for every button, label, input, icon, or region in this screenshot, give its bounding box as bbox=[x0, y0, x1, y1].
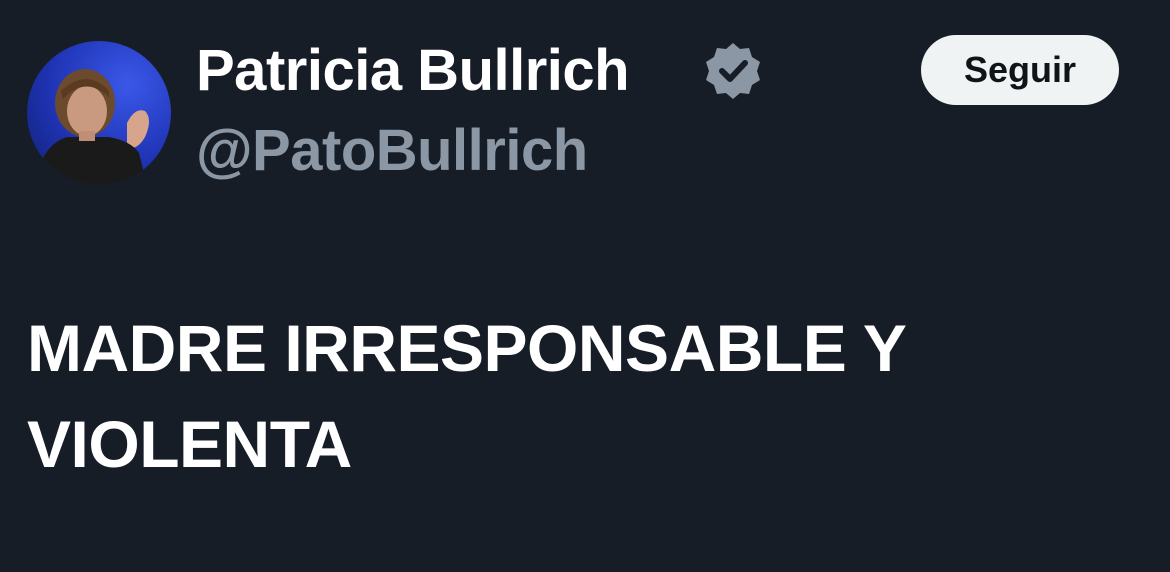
avatar[interactable] bbox=[27, 41, 171, 185]
tweet-text: MADRE IRRESPONSABLE Y VIOLENTA bbox=[27, 300, 1147, 492]
follow-button[interactable]: Seguir bbox=[921, 35, 1119, 105]
verified-badge-icon bbox=[702, 40, 764, 102]
display-name[interactable]: Patricia Bullrich bbox=[196, 38, 630, 104]
profile-photo-icon bbox=[35, 69, 149, 185]
tweet-text-line: MADRE IRRESPONSABLE Y bbox=[27, 311, 907, 385]
user-handle[interactable]: @PatoBullrich bbox=[196, 118, 588, 184]
tweet-text-line: VIOLENTA bbox=[27, 407, 352, 481]
tweet-card: Patricia Bullrich @PatoBullrich Seguir M… bbox=[0, 0, 1170, 572]
